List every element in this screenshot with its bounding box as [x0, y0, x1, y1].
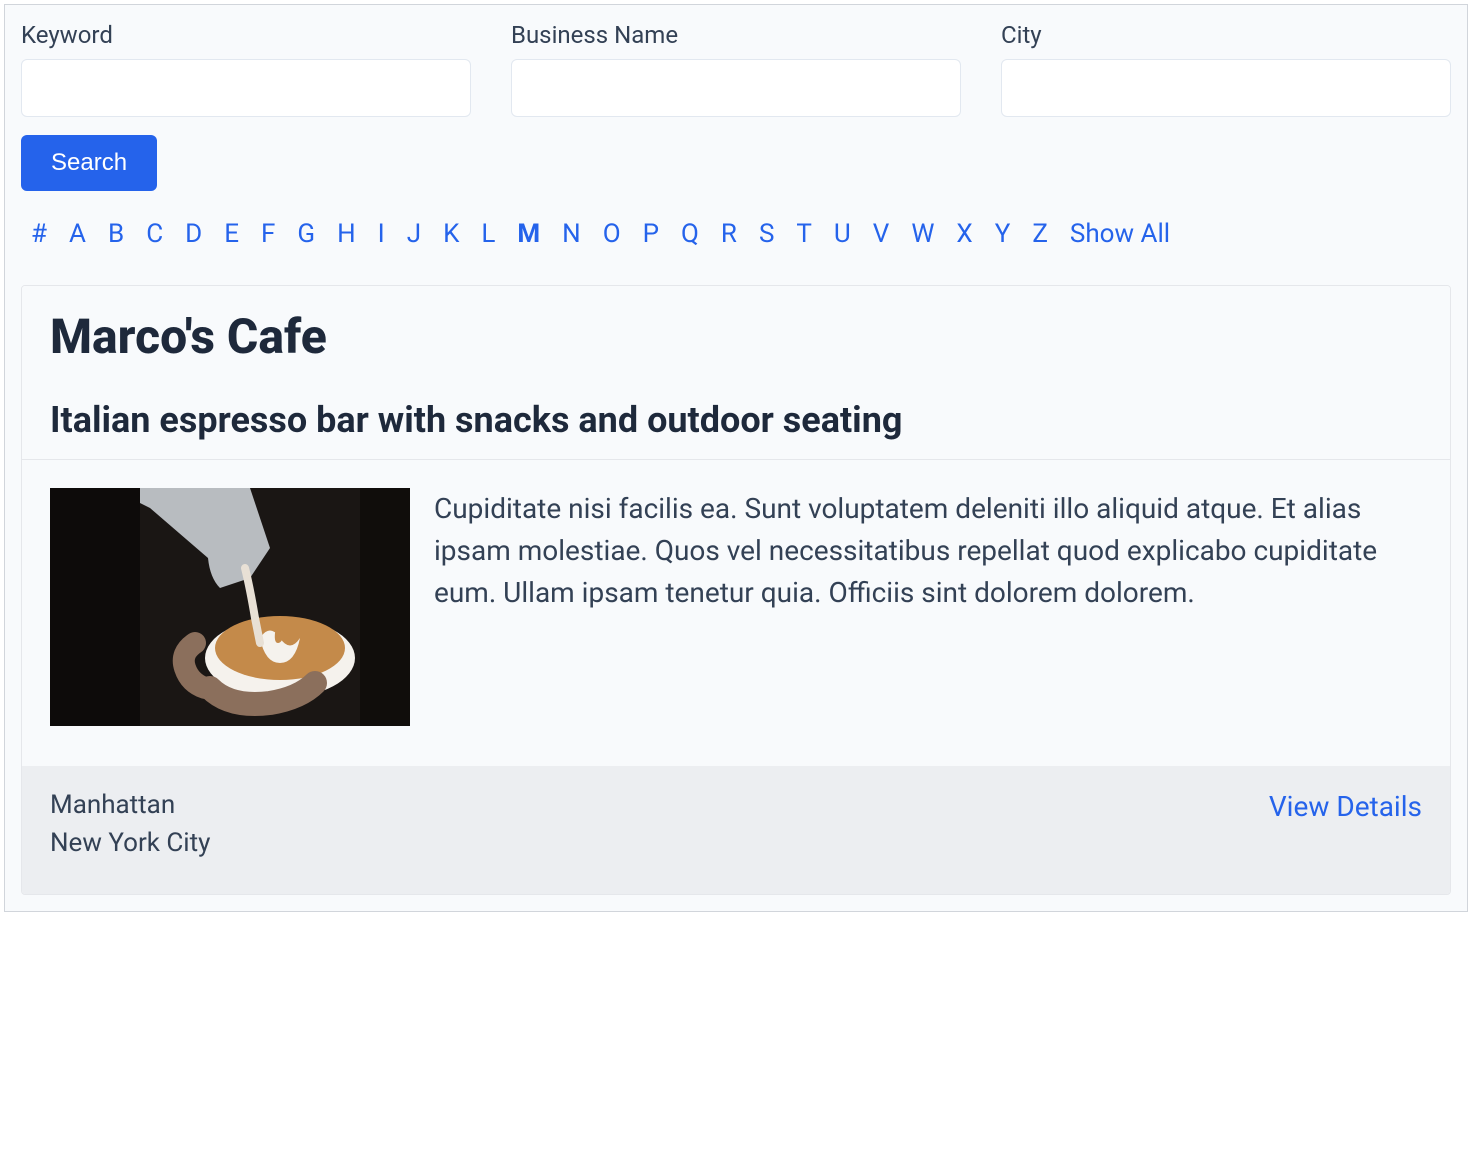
alpha-link-n[interactable]: N — [562, 219, 581, 249]
alpha-link-l[interactable]: L — [481, 219, 495, 249]
alpha-link-f[interactable]: F — [261, 219, 275, 249]
alpha-link-u[interactable]: U — [834, 219, 851, 249]
keyword-label: Keyword — [21, 21, 471, 49]
card-footer: Manhattan New York City View Details — [22, 766, 1450, 894]
keyword-input[interactable] — [21, 59, 471, 117]
alpha-link-a[interactable]: A — [69, 219, 86, 249]
alpha-link-q[interactable]: Q — [681, 219, 699, 249]
alpha-link-o[interactable]: O — [603, 219, 621, 249]
listing-title: Marco's Cafe — [50, 308, 1422, 365]
listing-subtitle: Italian espresso bar with snacks and out… — [50, 399, 1422, 441]
city-field-group: City — [1001, 21, 1451, 117]
search-button[interactable]: Search — [21, 135, 157, 191]
alpha-link-m[interactable]: M — [517, 219, 540, 249]
business-name-label: Business Name — [511, 21, 961, 49]
alpha-link-h[interactable]: H — [337, 219, 356, 249]
location-line-2: New York City — [50, 828, 210, 858]
alpha-link-s[interactable]: S — [759, 219, 774, 249]
alpha-link-p[interactable]: P — [643, 219, 659, 249]
alpha-link-y[interactable]: Y — [995, 219, 1011, 249]
location-line-1: Manhattan — [50, 790, 210, 820]
alpha-link-g[interactable]: G — [297, 219, 315, 249]
card-body: Cupiditate nisi facilis ea. Sunt volupta… — [22, 460, 1450, 766]
alpha-link-c[interactable]: C — [146, 219, 163, 249]
alpha-link-j[interactable]: J — [407, 219, 421, 249]
alpha-link-i[interactable]: I — [378, 219, 385, 249]
alpha-link-v[interactable]: V — [873, 219, 890, 249]
alpha-link-x[interactable]: X — [956, 219, 972, 249]
alpha-link-w[interactable]: W — [911, 219, 934, 249]
city-label: City — [1001, 21, 1451, 49]
alpha-link-e[interactable]: E — [224, 219, 239, 249]
alpha-link-b[interactable]: B — [108, 219, 124, 249]
alpha-nav: # ABCDEFGHIJKLMNOPQRSTUVWXYZ Show All — [31, 219, 1451, 249]
listing-location: Manhattan New York City — [50, 790, 210, 866]
business-name-field-group: Business Name — [511, 21, 961, 117]
keyword-field-group: Keyword — [21, 21, 471, 117]
listing-description: Cupiditate nisi facilis ea. Sunt volupta… — [434, 488, 1422, 614]
business-name-input[interactable] — [511, 59, 961, 117]
listing-card: Marco's Cafe Italian espresso bar with s… — [21, 285, 1451, 895]
alpha-link-r[interactable]: R — [721, 219, 737, 249]
alpha-link-hash[interactable]: # — [31, 219, 47, 249]
alpha-link-show-all[interactable]: Show All — [1070, 219, 1170, 249]
listing-image — [50, 488, 410, 726]
alpha-link-k[interactable]: K — [443, 219, 459, 249]
alpha-link-z[interactable]: Z — [1032, 219, 1048, 249]
alpha-link-t[interactable]: T — [796, 219, 812, 249]
directory-page: Keyword Business Name City Search # ABCDE… — [4, 4, 1468, 912]
card-header: Marco's Cafe Italian espresso bar with s… — [22, 286, 1450, 460]
view-details-link[interactable]: View Details — [1269, 790, 1422, 823]
city-input[interactable] — [1001, 59, 1451, 117]
search-row: Keyword Business Name City — [21, 21, 1451, 117]
alpha-link-d[interactable]: D — [185, 219, 202, 249]
